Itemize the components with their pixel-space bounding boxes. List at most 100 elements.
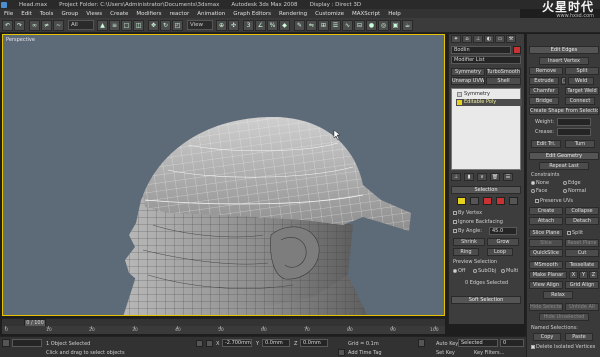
- display-tab-icon[interactable]: ▭: [495, 35, 505, 43]
- track-bar[interactable]: 0 10 20 30 40 50 60 70 80 90 100: [2, 326, 445, 334]
- split-checkbox[interactable]: Split: [567, 230, 583, 236]
- collapse-button[interactable]: Collapse: [565, 207, 599, 215]
- x-coordinate-field[interactable]: -2.700mm: [222, 339, 252, 347]
- crease-field[interactable]: [557, 128, 591, 136]
- menu-reactor[interactable]: reactor: [170, 11, 190, 17]
- set-key-button[interactable]: Set Key: [436, 350, 455, 356]
- z-coordinate-field[interactable]: 0.0mm: [300, 339, 328, 347]
- object-name-field[interactable]: Bodlin: [451, 46, 511, 54]
- edge-mode-icon[interactable]: [469, 197, 479, 205]
- redo-icon[interactable]: ↷: [14, 19, 25, 31]
- planar-x-button[interactable]: X: [569, 271, 578, 279]
- selection-filter-dropdown[interactable]: All: [68, 20, 94, 30]
- auto-key-button[interactable]: Auto Key: [436, 341, 458, 347]
- radio-on-icon[interactable]: [531, 180, 535, 185]
- polygon-mode-icon[interactable]: [495, 197, 505, 205]
- make-planar-button[interactable]: Make Planar: [529, 271, 567, 279]
- element-mode-icon[interactable]: [508, 197, 518, 205]
- preserve-uvs-checkbox[interactable]: Preserve UVs: [535, 198, 573, 204]
- menu-tools[interactable]: Tools: [40, 11, 54, 17]
- angle-snap-icon[interactable]: ∠: [255, 19, 266, 31]
- key-mode-icon[interactable]: [418, 339, 425, 347]
- ignore-backfacing-check-icon[interactable]: [453, 219, 457, 224]
- reference-coord-dropdown[interactable]: View: [187, 20, 213, 30]
- menu-rendering[interactable]: Rendering: [279, 11, 307, 17]
- unhide-all-button[interactable]: Unhide All: [565, 303, 599, 311]
- menu-help[interactable]: Help: [388, 11, 401, 17]
- tessellate-button[interactable]: Tessellate: [565, 261, 599, 269]
- edit-tri-button[interactable]: Edit Tri.: [531, 140, 561, 148]
- select-object-icon[interactable]: ▲: [97, 19, 108, 31]
- edit-geometry-rollout-header[interactable]: Edit Geometry: [529, 152, 599, 160]
- msmooth-button[interactable]: MSmooth: [529, 261, 563, 269]
- constraint-none-radio[interactable]: None: [531, 180, 549, 186]
- reset-plane-button[interactable]: Reset Plane: [565, 239, 599, 247]
- quick-render-icon[interactable]: ☕: [402, 19, 413, 31]
- select-by-name-icon[interactable]: ≡: [109, 19, 120, 31]
- angle-value-field[interactable]: 45.0: [489, 227, 517, 235]
- grow-button[interactable]: Grow: [487, 238, 519, 246]
- layer-manager-icon[interactable]: ☰: [330, 19, 341, 31]
- radio-off-icon[interactable]: [563, 180, 567, 185]
- split-check-icon[interactable]: [567, 230, 571, 235]
- remove-button[interactable]: Remove: [529, 67, 563, 75]
- attach-button[interactable]: Attach: [529, 217, 563, 225]
- weight-field[interactable]: [557, 118, 591, 126]
- scale-icon[interactable]: ◰: [172, 19, 183, 31]
- utilities-tab-icon[interactable]: ⚒: [506, 35, 516, 43]
- light-bulb-icon[interactable]: [457, 100, 462, 105]
- constraint-normal-radio[interactable]: Normal: [563, 188, 586, 194]
- time-tag-icon[interactable]: [338, 349, 345, 356]
- menu-customize[interactable]: Customize: [315, 11, 344, 17]
- modifier-list-dropdown[interactable]: Modifier List: [451, 56, 521, 64]
- shrink-button[interactable]: Shrink: [453, 238, 485, 246]
- radio-off-icon[interactable]: [501, 268, 505, 273]
- ring-button[interactable]: Ring: [453, 248, 479, 256]
- remove-modifier-icon[interactable]: 🗑: [490, 173, 500, 181]
- absolute-mode-icon[interactable]: [206, 340, 213, 347]
- percent-snap-icon[interactable]: %: [267, 19, 278, 31]
- paste-button[interactable]: Paste: [565, 333, 593, 341]
- snap-toggle-icon[interactable]: 3: [243, 19, 254, 31]
- vertex-mode-icon[interactable]: [456, 197, 466, 205]
- perspective-viewport[interactable]: Perspective: [2, 34, 445, 316]
- render-setup-icon[interactable]: ◎: [378, 19, 389, 31]
- unwrap-uvw-button[interactable]: Unwrap UVW: [451, 77, 485, 85]
- schematic-view-icon[interactable]: ⊟: [354, 19, 365, 31]
- hide-selected-button[interactable]: Hide Selected: [529, 303, 563, 311]
- object-color-swatch[interactable]: [513, 46, 521, 54]
- slice-plane-button[interactable]: Slice Plane: [529, 229, 563, 237]
- planar-y-button[interactable]: Y: [579, 271, 588, 279]
- stack-item-editable-poly[interactable]: Editable Poly: [456, 99, 522, 106]
- menu-views[interactable]: Views: [86, 11, 102, 17]
- align-icon[interactable]: ⊞: [318, 19, 329, 31]
- menu-maxscript[interactable]: MAXScript: [352, 11, 380, 17]
- extrude-settings-icon[interactable]: □: [561, 77, 566, 85]
- by-angle-check-icon[interactable]: [453, 228, 457, 233]
- soft-selection-rollout-header[interactable]: Soft Selection: [451, 296, 521, 304]
- grid-align-button[interactable]: Grid Align: [565, 281, 599, 289]
- cut-button[interactable]: Cut: [565, 249, 599, 257]
- selection-rollout-header[interactable]: Selection: [451, 186, 521, 194]
- copy-button[interactable]: Copy: [533, 333, 561, 341]
- show-end-result-icon[interactable]: ▮: [464, 173, 474, 181]
- border-mode-icon[interactable]: [482, 197, 492, 205]
- menu-group[interactable]: Group: [61, 11, 78, 17]
- symmetry-button[interactable]: Symmetry: [451, 68, 485, 76]
- weld-button[interactable]: Weld: [568, 77, 594, 85]
- menu-file[interactable]: File: [4, 11, 13, 17]
- delete-isolated-check-icon[interactable]: [531, 344, 535, 349]
- loop-button[interactable]: Loop: [487, 248, 513, 256]
- modify-tab-icon[interactable]: ⌂: [462, 35, 472, 43]
- configure-modifier-sets-icon[interactable]: ☰: [503, 173, 513, 181]
- chamfer-button[interactable]: Chamfer: [529, 87, 559, 95]
- menu-create[interactable]: Create: [110, 11, 128, 17]
- render-frame-icon[interactable]: ▣: [390, 19, 401, 31]
- material-editor-icon[interactable]: ●: [366, 19, 377, 31]
- edit-edges-rollout-header[interactable]: Edit Edges: [529, 46, 599, 54]
- bridge-button[interactable]: Bridge: [529, 97, 559, 105]
- constraint-face-radio[interactable]: Face: [531, 188, 547, 194]
- radio-on-icon[interactable]: [453, 268, 457, 273]
- hide-unselected-button[interactable]: Hide Unselected: [539, 313, 589, 321]
- preview-multi-radio[interactable]: Multi: [501, 268, 518, 274]
